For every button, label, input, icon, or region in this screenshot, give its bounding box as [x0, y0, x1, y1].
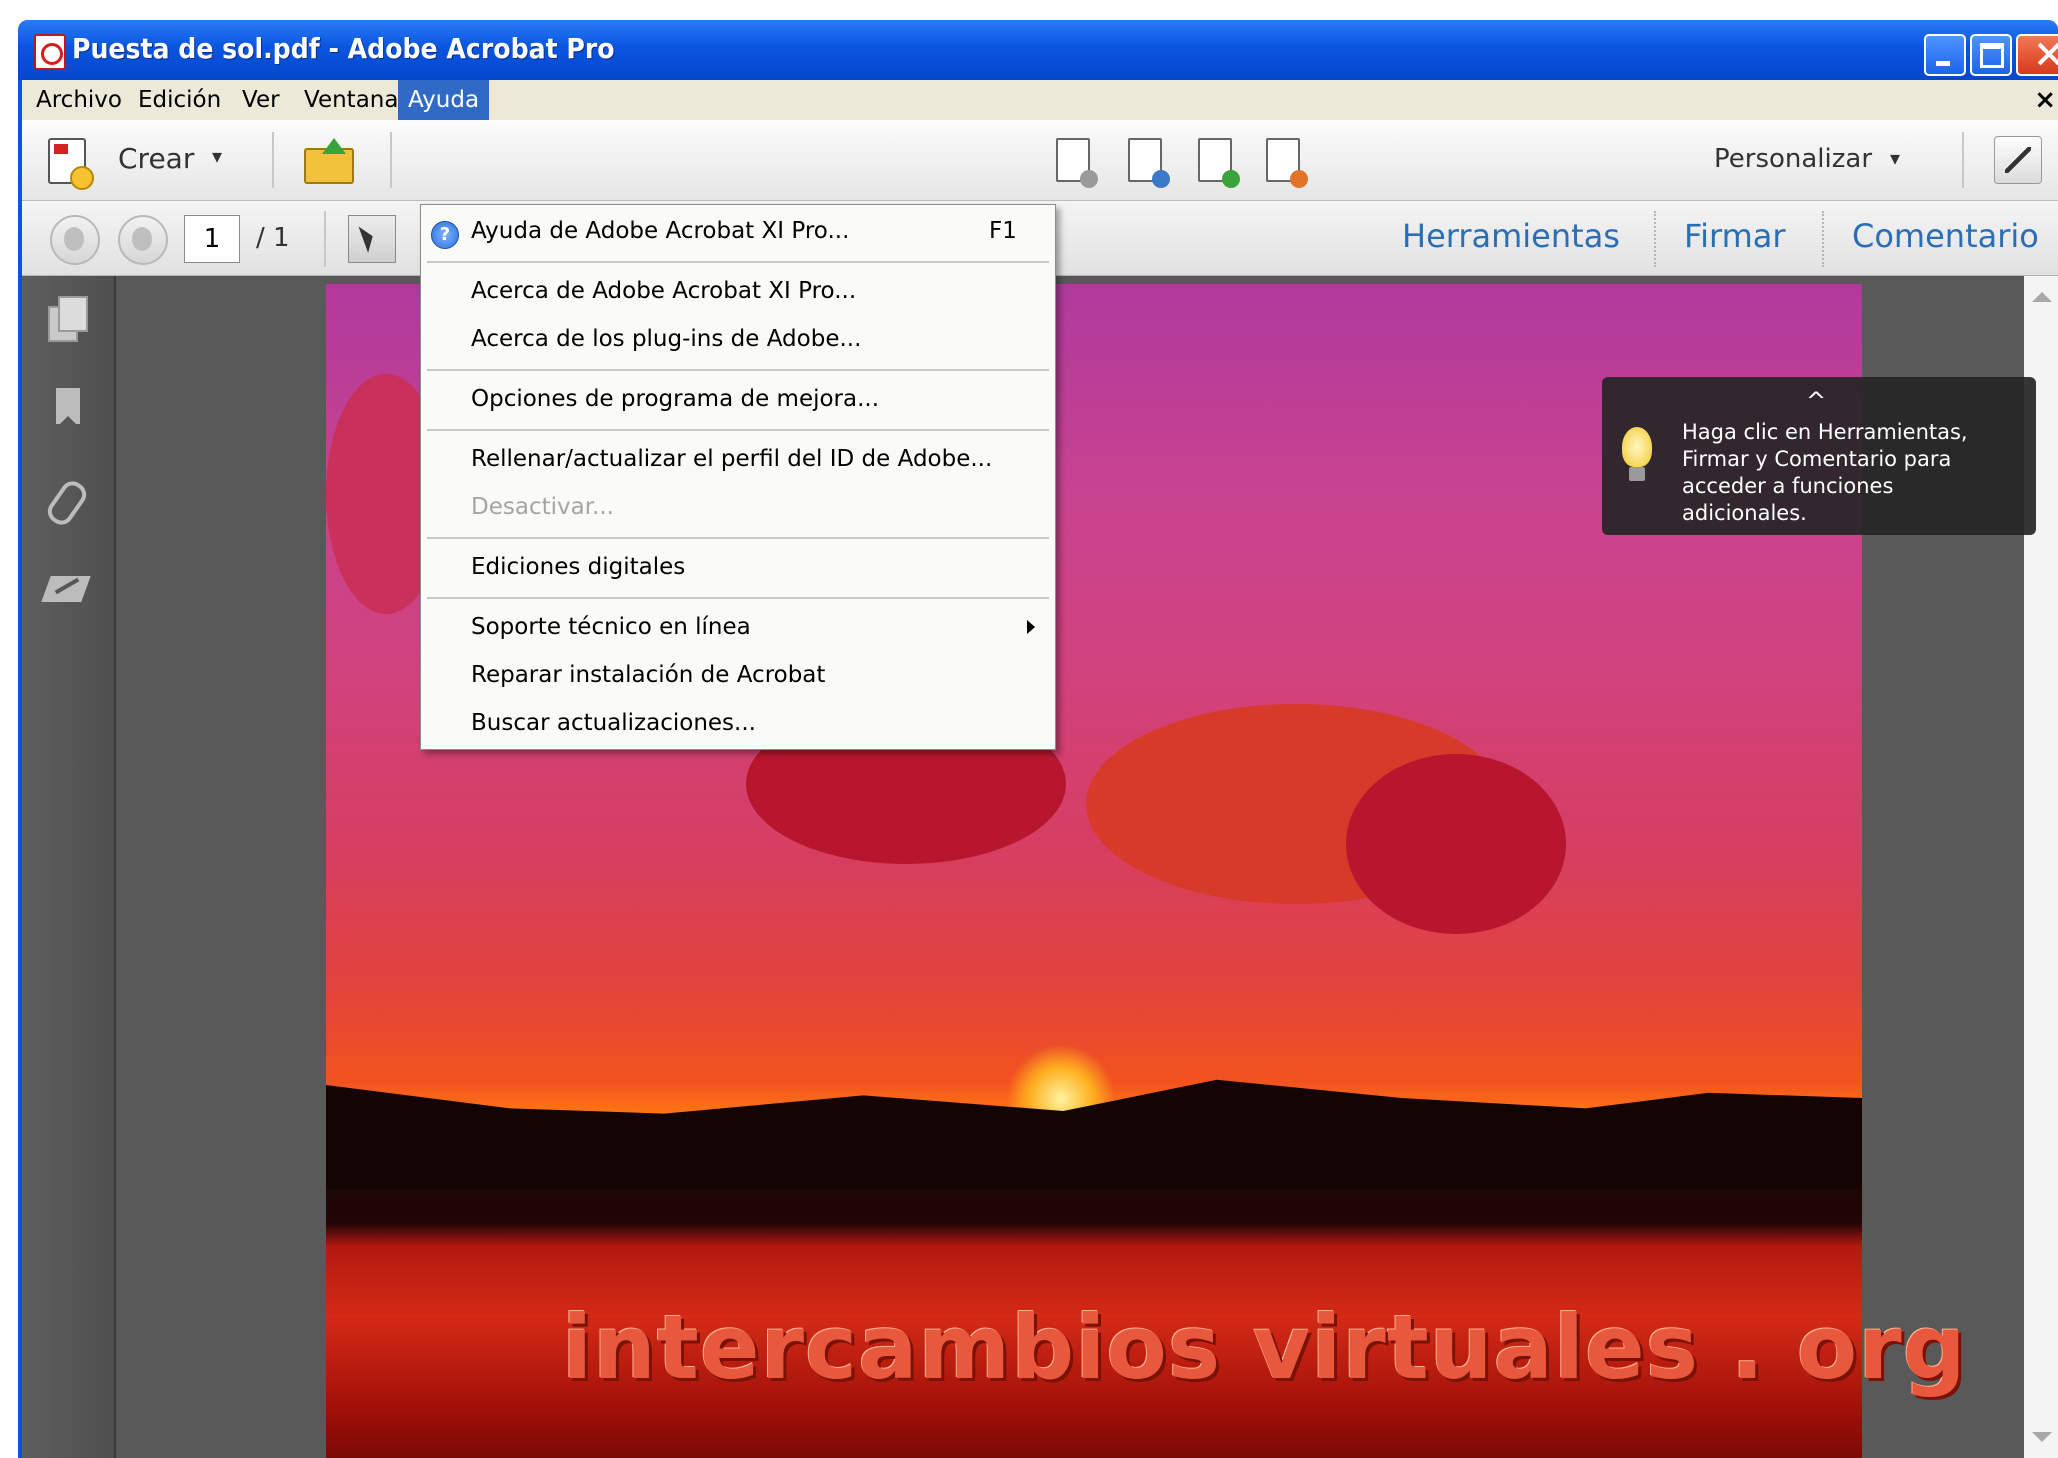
export-doc-icon[interactable] — [1198, 138, 1240, 188]
toolbar-divider — [1962, 132, 1964, 188]
toolbar-divider — [272, 132, 274, 188]
page-total: / 1 — [256, 223, 290, 253]
lightbulb-icon — [1622, 427, 1652, 481]
customize-dropdown-arrow-icon[interactable]: ▾ — [1890, 146, 1900, 170]
menu-item-help[interactable]: ? Ayuda de Adobe Acrobat XI Pro... F1 — [421, 209, 1055, 253]
app-window: Puesta de sol.pdf - Adobe Acrobat Pro Ar… — [18, 20, 2058, 1458]
tab-comentario[interactable]: Comentario — [1852, 217, 2039, 255]
navigation-pane — [22, 276, 116, 1458]
help-circle-icon: ? — [431, 221, 459, 249]
search-doc-icon[interactable] — [1128, 138, 1170, 188]
hint-tooltip: ^ Haga clic en Herramientas, Firmar y Co… — [1602, 377, 2036, 535]
menu-item-improvement-program[interactable]: Opciones de programa de mejora... — [421, 377, 1055, 421]
menu-bar: Archivo Edición Ver Ventana Ayuda × — [22, 80, 2058, 121]
tab-herramientas[interactable]: Herramientas — [1402, 217, 1620, 255]
help-dropdown-menu: ? Ayuda de Adobe Acrobat XI Pro... F1 Ac… — [420, 204, 1056, 750]
menu-item-check-updates[interactable]: Buscar actualizaciones... — [421, 701, 1055, 745]
minimize-button[interactable] — [1924, 34, 1966, 76]
menu-item-repair-install[interactable]: Reparar instalación de Acrobat — [421, 653, 1055, 697]
menu-item-about-plugins[interactable]: Acerca de los plug-ins de Adobe... — [421, 317, 1055, 361]
close-window-button[interactable] — [2016, 34, 2058, 76]
maximize-button[interactable] — [1970, 34, 2012, 76]
menu-separator — [427, 597, 1049, 599]
cloud-shape — [1346, 754, 1566, 934]
menu-item-adobe-id-profile[interactable]: Rellenar/actualizar el perfil del ID de … — [421, 437, 1055, 481]
menu-edicion[interactable]: Edición — [128, 80, 231, 120]
edit-doc-icon[interactable] — [1266, 138, 1308, 188]
submenu-arrow-icon — [1027, 620, 1035, 634]
menu-separator — [427, 429, 1049, 431]
tooltip-text: Haga clic en Herramientas, Firmar y Come… — [1682, 420, 1968, 525]
close-document-button[interactable]: × — [2034, 80, 2056, 120]
title-bar[interactable]: Puesta de sol.pdf - Adobe Acrobat Pro — [18, 20, 2058, 80]
bookmarks-icon[interactable] — [44, 386, 90, 432]
pane-divider — [1822, 211, 1824, 267]
print-doc-icon[interactable] — [1056, 138, 1098, 188]
customize-button[interactable]: Personalizar — [1714, 144, 1872, 174]
create-dropdown-arrow-icon[interactable]: ▾ — [212, 144, 222, 168]
open-file-icon[interactable] — [304, 138, 354, 184]
create-pdf-icon[interactable] — [48, 138, 94, 190]
signatures-icon[interactable] — [44, 566, 90, 612]
window-title: Puesta de sol.pdf - Adobe Acrobat Pro — [72, 32, 615, 65]
scroll-up-icon[interactable] — [2032, 292, 2052, 302]
toolbar-divider — [390, 132, 392, 188]
next-page-icon[interactable] — [118, 215, 168, 265]
shortcut-label: F1 — [989, 218, 1017, 244]
menu-ventana[interactable]: Ventana — [294, 80, 408, 120]
menu-separator — [427, 537, 1049, 539]
menu-archivo[interactable]: Archivo — [26, 80, 132, 120]
menu-item-about-acrobat[interactable]: Acerca de Adobe Acrobat XI Pro... — [421, 269, 1055, 313]
tooltip-collapse-icon[interactable]: ^ — [1806, 387, 1826, 415]
page-number-input[interactable]: 1 — [184, 215, 240, 263]
menu-item-deactivate: Desactivar... — [471, 494, 614, 520]
scroll-down-icon[interactable] — [2032, 1432, 2052, 1442]
main-toolbar: Crear ▾ Personalizar ▾ — [22, 120, 2058, 201]
menu-separator — [427, 369, 1049, 371]
menu-ayuda[interactable]: Ayuda — [398, 80, 490, 120]
tab-firmar[interactable]: Firmar — [1684, 217, 1786, 255]
menu-ver[interactable]: Ver — [232, 80, 290, 120]
menu-item-digital-editions[interactable]: Ediciones digitales — [421, 545, 1055, 589]
page-thumbnails-icon[interactable] — [44, 296, 90, 342]
menu-item-online-support[interactable]: Soporte técnico en línea — [421, 605, 1055, 649]
app-client-area: Archivo Edición Ver Ventana Ayuda × Crea… — [22, 80, 2058, 1458]
watermark-text: intercambios virtuales . org — [562, 1296, 1967, 1399]
menu-separator — [427, 261, 1049, 263]
expand-view-icon[interactable] — [1994, 136, 2042, 184]
create-button[interactable]: Crear — [118, 142, 194, 175]
select-tool-icon[interactable] — [348, 215, 396, 263]
attachments-icon[interactable] — [44, 476, 90, 522]
toolbar-divider — [324, 211, 326, 267]
pdf-file-icon — [34, 34, 66, 70]
previous-page-icon[interactable] — [50, 215, 100, 265]
pane-divider — [1654, 211, 1656, 267]
